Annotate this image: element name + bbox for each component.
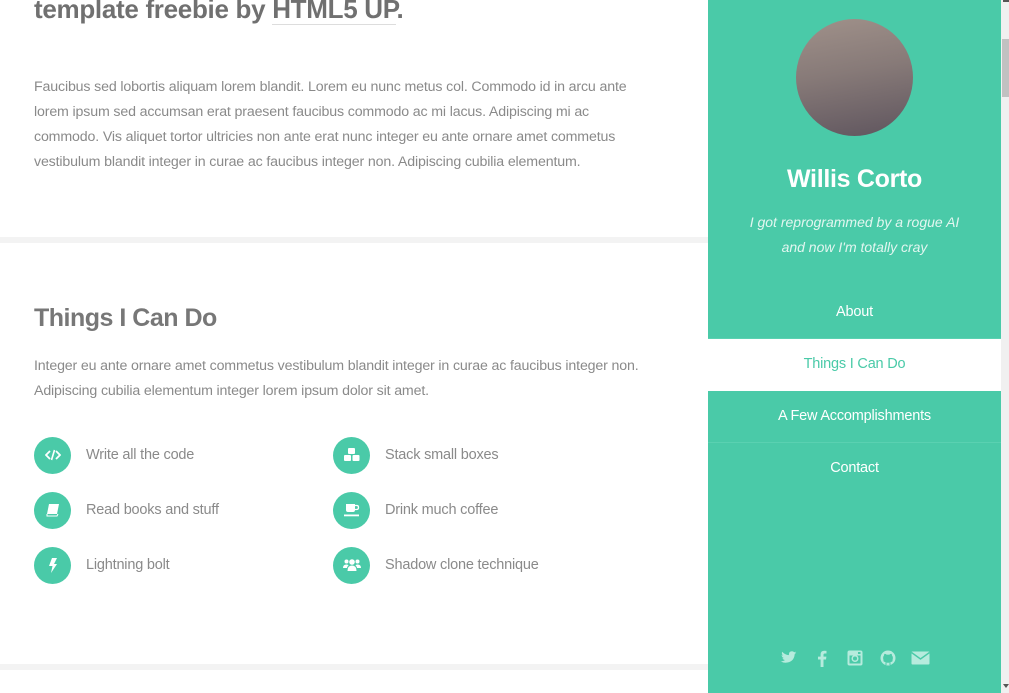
scrollbar-thumb[interactable] [1002,39,1009,97]
users-icon [333,546,370,584]
intro-title-suffix: . [396,0,404,24]
feature-item: Read books and stuff [34,491,219,529]
scroll-up-arrow[interactable] [1003,0,1009,2]
main-content: template freebie by HTML5 UP. Faucibus s… [0,0,708,693]
section-title: Things I Can Do [34,304,217,332]
nav-item-contact[interactable]: Contact [708,443,1001,494]
feature-label: Write all the code [86,447,195,463]
feature-label: Stack small boxes [385,447,499,463]
feature-label: Read books and stuff [86,502,219,518]
github-icon[interactable] [878,648,897,668]
bolt-icon [34,546,71,584]
instagram-icon[interactable] [845,648,864,668]
sidebar-nav: About Things I Can Do A Few Accomplishme… [708,287,1001,494]
intro-paragraph: Faucibus sed lobortis aliquam lorem blan… [34,79,627,170]
feature-label: Shadow clone technique [385,557,539,573]
skills-paragraph: Integer eu ante ornare amet commetus ves… [34,358,639,399]
section-divider [0,664,708,670]
feature-item: Stack small boxes [333,436,499,474]
profile-tagline: I got reprogrammed by a rogue AI and now… [708,210,1001,260]
code-icon [34,436,71,474]
tagline-line-2: and now I'm totally cray [781,239,928,255]
intro-title: template freebie by HTML5 UP. [34,0,404,25]
scroll-down-arrow[interactable] [1003,684,1009,688]
feature-label: Lightning bolt [86,557,170,573]
feature-item: Lightning bolt [34,546,170,584]
feature-item: Write all the code [34,436,194,474]
html5up-link[interactable]: HTML5 UP [272,0,397,25]
nav-item-about[interactable]: About [708,287,1001,339]
page-scrollbar[interactable] [1001,0,1009,693]
feature-label: Drink much coffee [385,502,499,518]
facebook-icon[interactable] [812,648,831,668]
nav-item-accomplishments[interactable]: A Few Accomplishments [708,391,1001,443]
feature-item: Shadow clone technique [333,546,539,584]
book-icon [34,491,71,529]
cubes-icon [333,436,370,474]
nav-item-things-i-can-do[interactable]: Things I Can Do [708,339,1001,391]
sidebar: Willis Corto I got reprogrammed by a rog… [708,0,1001,693]
section-divider [0,237,708,243]
coffee-icon [333,491,370,529]
twitter-icon[interactable] [779,648,798,668]
avatar [796,19,913,136]
email-icon[interactable] [911,648,930,668]
profile-name: Willis Corto [786,165,923,193]
intro-title-prefix: template freebie by [34,0,273,24]
tagline-line-1: I got reprogrammed by a rogue AI [749,214,960,230]
feature-item: Drink much coffee [333,491,498,529]
social-links [708,648,1001,668]
